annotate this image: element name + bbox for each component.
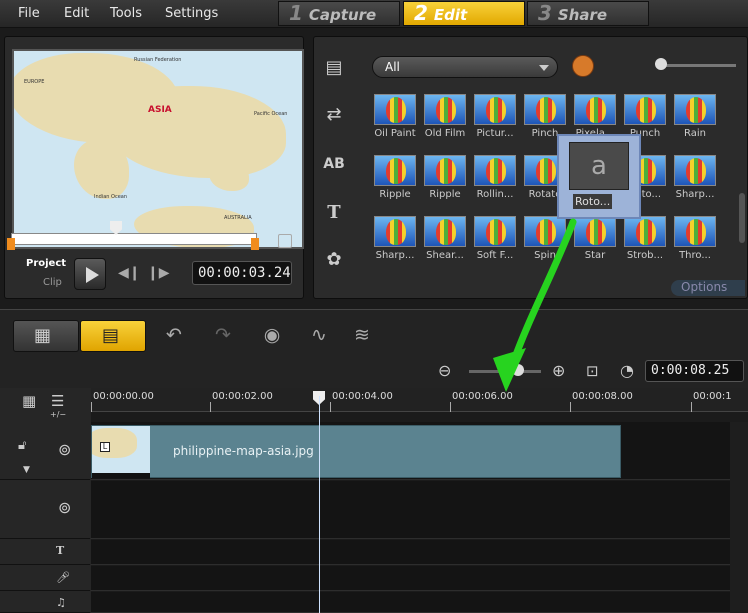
video-editor-window: File Edit Tools Settings 1 Capture 2 Edit …	[0, 0, 748, 613]
drag-annotation-arrow	[493, 218, 577, 392]
